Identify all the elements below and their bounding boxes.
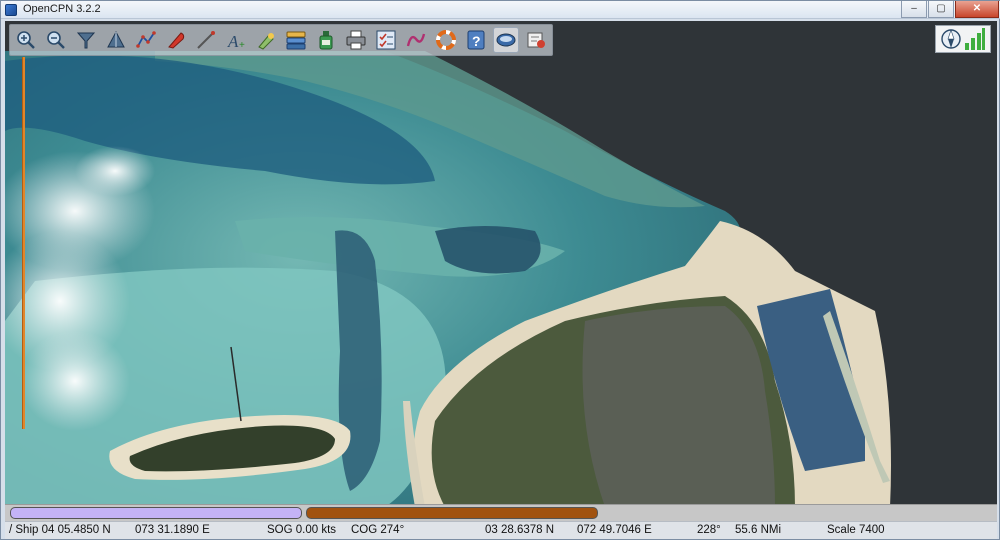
chart-scale: Scale 7400 <box>827 524 885 536</box>
bottle-icon <box>319 31 333 50</box>
mob-button[interactable] <box>433 27 459 53</box>
funnel-up-icon <box>107 30 125 48</box>
svg-text:+: + <box>239 40 245 51</box>
settings-button[interactable] <box>523 27 549 53</box>
checklist-icon <box>376 30 396 50</box>
compass-needle-icon <box>197 31 215 49</box>
tides-button[interactable] <box>493 27 519 53</box>
minimize-button[interactable]: – <box>901 1 927 18</box>
light-icon <box>258 33 274 50</box>
funnel-down-icon <box>76 32 96 49</box>
close-button[interactable]: ✕ <box>955 1 999 18</box>
svg-text:?: ? <box>472 33 481 49</box>
ship-longitude: 073 31.1890 E <box>135 524 210 536</box>
course-over-ground: COG 274° <box>351 524 405 536</box>
print-button[interactable] <box>343 27 369 53</box>
zoom-in-button[interactable] <box>13 27 39 53</box>
track-icon <box>406 33 426 47</box>
window-controls: – ▢ ✕ <box>900 1 999 18</box>
help-button[interactable]: ? <box>463 27 489 53</box>
ais-button[interactable] <box>313 27 339 53</box>
track-button[interactable] <box>403 27 429 53</box>
lifebuoy-icon <box>436 30 456 50</box>
chart-scale-ruler <box>22 57 25 429</box>
main-toolbar: A + ? <box>9 24 553 56</box>
cursor-range: 55.6 NMi <box>735 524 782 536</box>
cursor-bearing: 228° <box>697 524 721 536</box>
satellite-chart-image <box>5 21 997 507</box>
zoom-out-button[interactable] <box>43 27 69 53</box>
layers-icon <box>286 31 306 50</box>
ship-icon <box>168 32 185 49</box>
title-bar[interactable]: OpenCPN 3.2.2 – ▢ ✕ <box>1 1 1000 19</box>
maximize-button[interactable]: ▢ <box>928 1 954 18</box>
piano-key-chart-1[interactable] <box>10 507 302 519</box>
zoom-out-icon <box>47 31 65 49</box>
compass-icon <box>940 29 961 49</box>
printer-icon <box>346 30 366 50</box>
scale-in-button[interactable] <box>73 27 99 53</box>
cursor-latitude: 03 28.6378 N <box>485 524 555 536</box>
ship-latitude: / Ship 04 05.4850 N <box>9 524 111 536</box>
zoom-in-icon <box>17 31 35 49</box>
piano-key-chart-2[interactable] <box>306 507 598 519</box>
route-manager-button[interactable] <box>373 27 399 53</box>
text-button[interactable]: A + <box>223 27 249 53</box>
scale-out-button[interactable] <box>103 27 129 53</box>
app-icon <box>5 4 17 16</box>
compass-status-box[interactable] <box>935 25 991 53</box>
settings-icon <box>527 32 545 48</box>
auto-follow-button[interactable] <box>163 27 189 53</box>
chart-quilt-button[interactable] <box>283 27 309 53</box>
light-button[interactable] <box>253 27 279 53</box>
app-window: OpenCPN 3.2.2 – ▢ ✕ A + ? / Ship 04 05.4… <box>0 0 1000 540</box>
route-button[interactable] <box>133 27 159 53</box>
speed-over-ground: SOG 0.00 kts <box>267 524 337 536</box>
help-icon: ? <box>467 30 485 50</box>
cursor-longitude: 072 49.7046 E <box>577 524 652 536</box>
text-a-icon: A + <box>227 32 245 51</box>
chart-piano-bar <box>5 504 997 521</box>
svg-text:A: A <box>227 32 239 51</box>
route-icon <box>136 31 156 48</box>
measure-button[interactable] <box>193 27 219 53</box>
disc-icon <box>496 33 516 47</box>
status-bar: / Ship 04 05.4850 N 073 31.1890 E SOG 0.… <box>5 521 997 539</box>
window-title: OpenCPN 3.2.2 <box>23 3 101 15</box>
signal-strength-icon <box>964 28 985 50</box>
chart-canvas[interactable] <box>5 21 997 507</box>
